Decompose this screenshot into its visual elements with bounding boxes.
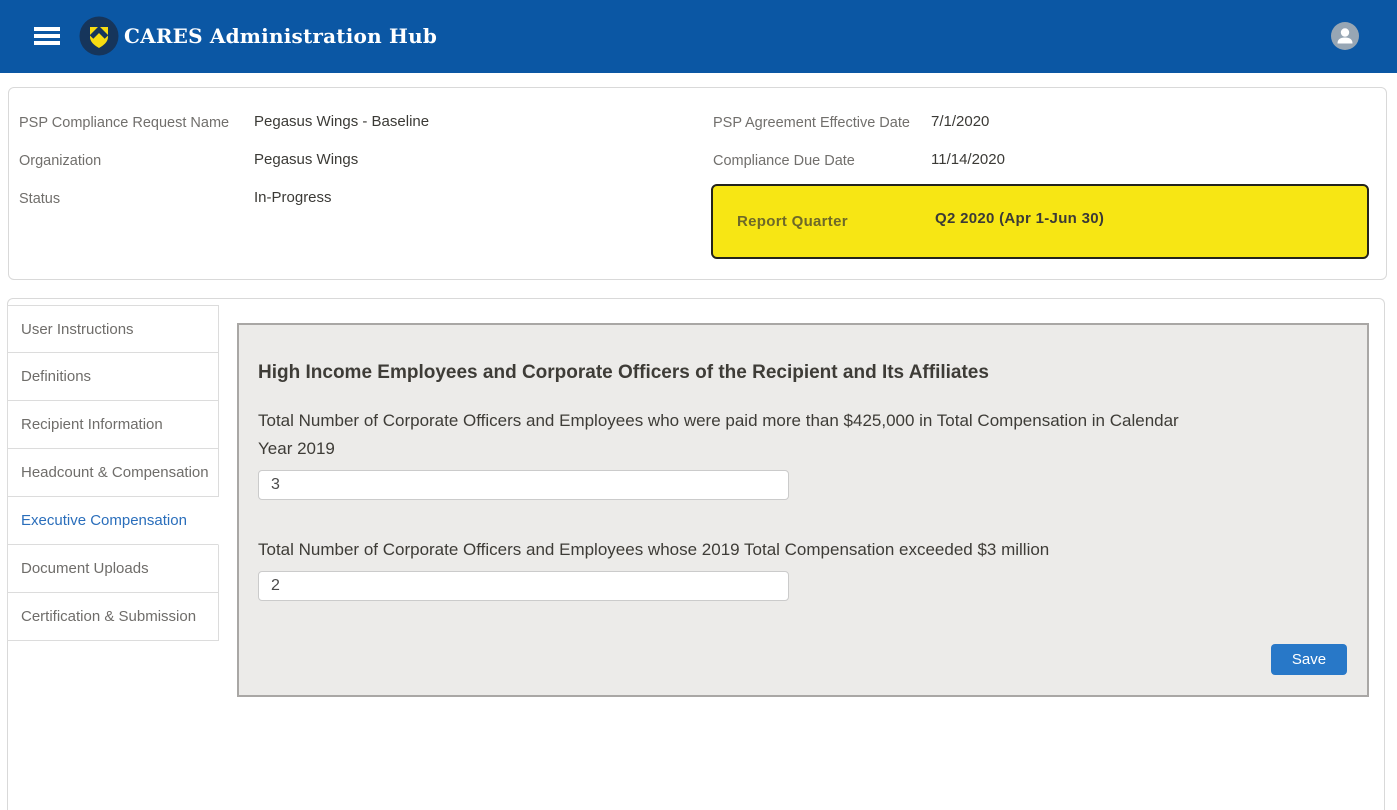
report-quarter-highlight: Report Quarter Q2 2020 (Apr 1-Jun 30) (711, 184, 1369, 259)
app-header: CARES Administration Hub (0, 0, 1397, 73)
input-count-3million[interactable] (258, 571, 789, 601)
tab-recipient-information[interactable]: Recipient Information (7, 401, 219, 449)
shield-logo-icon (79, 16, 119, 56)
summary-right-column: PSP Agreement Effective Date 7/1/2020 Co… (713, 112, 1377, 188)
summary-row: Status In-Progress (19, 188, 699, 226)
summary-row: Organization Pegasus Wings (19, 150, 699, 188)
user-avatar-icon[interactable] (1331, 22, 1359, 50)
save-button[interactable]: Save (1271, 644, 1347, 675)
menu-icon[interactable] (34, 27, 60, 46)
field-label: Organization (19, 150, 254, 188)
summary-row: PSP Compliance Request Name Pegasus Wing… (19, 112, 699, 150)
menu-bar (34, 34, 60, 38)
compliance-form-card: User Instructions Definitions Recipient … (7, 298, 1385, 810)
tab-headcount-compensation[interactable]: Headcount & Compensation (7, 449, 219, 497)
tab-document-uploads[interactable]: Document Uploads (7, 545, 219, 593)
tab-user-instructions[interactable]: User Instructions (7, 305, 219, 353)
field-value: Pegasus Wings - Baseline (254, 112, 429, 150)
executive-compensation-panel: High Income Employees and Corporate Offi… (237, 323, 1369, 697)
field-value: Pegasus Wings (254, 150, 358, 188)
summary-left-column: PSP Compliance Request Name Pegasus Wing… (19, 112, 699, 226)
tab-definitions[interactable]: Definitions (7, 353, 219, 401)
question-label-425k: Total Number of Corporate Officers and E… (258, 407, 1208, 463)
app-title: CARES Administration Hub (124, 0, 437, 73)
field-label: Status (19, 188, 254, 226)
tab-executive-compensation[interactable]: Executive Compensation (7, 497, 219, 545)
field-value: In-Progress (254, 188, 332, 226)
field-label: Compliance Due Date (713, 150, 931, 188)
compliance-summary-card: PSP Compliance Request Name Pegasus Wing… (8, 87, 1387, 280)
report-quarter-value: Q2 2020 (Apr 1-Jun 30) (935, 210, 1104, 227)
summary-row: Compliance Due Date 11/14/2020 (713, 150, 1377, 188)
menu-bar (34, 27, 60, 31)
section-tabs: User Instructions Definitions Recipient … (7, 305, 219, 641)
tab-certification-submission[interactable]: Certification & Submission (7, 593, 219, 641)
save-row: Save (1271, 644, 1347, 675)
field-value: 11/14/2020 (931, 150, 1005, 188)
panel-heading: High Income Employees and Corporate Offi… (258, 362, 1347, 384)
menu-bar (34, 41, 60, 45)
field-value: 7/1/2020 (931, 112, 989, 150)
input-count-425k[interactable] (258, 470, 789, 500)
question-label-3million: Total Number of Corporate Officers and E… (258, 536, 1208, 564)
summary-row: PSP Agreement Effective Date 7/1/2020 (713, 112, 1377, 150)
field-label: PSP Agreement Effective Date (713, 112, 931, 150)
report-quarter-label: Report Quarter (737, 213, 848, 230)
field-label: PSP Compliance Request Name (19, 112, 254, 150)
